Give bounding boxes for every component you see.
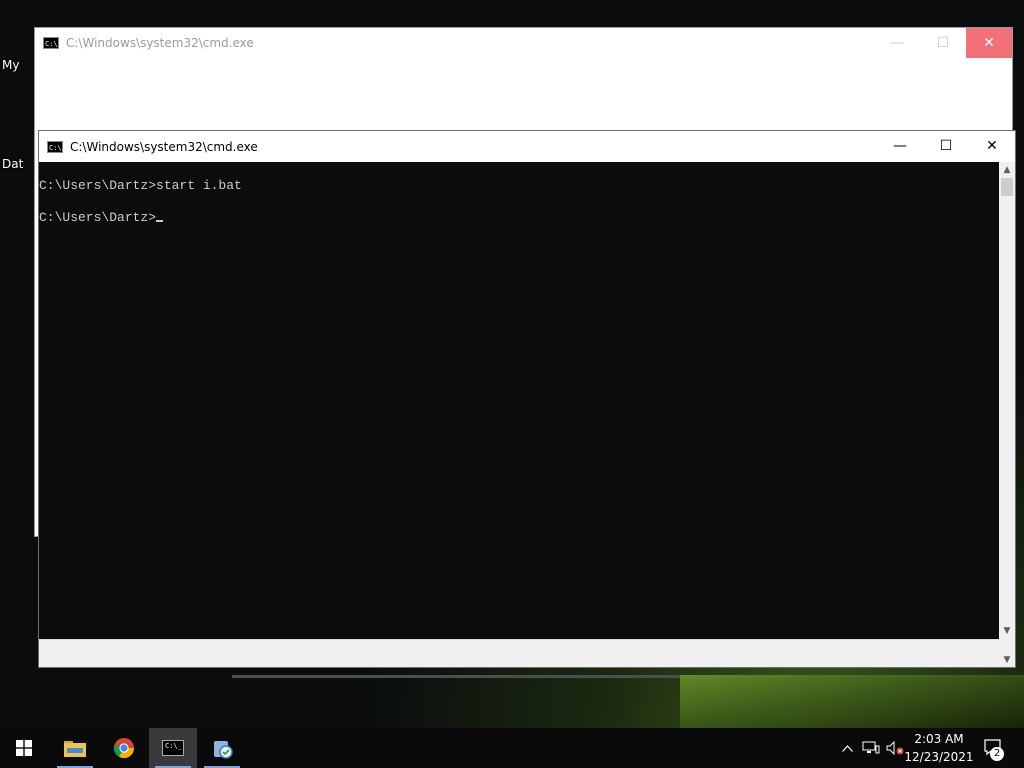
desktop-icon-label[interactable]: My	[2, 58, 19, 72]
notification-center-button[interactable]: 2	[978, 728, 1010, 768]
network-icon[interactable]	[861, 728, 881, 768]
minimize-button[interactable]: —	[874, 28, 920, 58]
console-line: C:\Users\Dartz>start i.bat	[39, 178, 242, 193]
system-clock[interactable]: 2:03 AM 12/23/2021	[902, 730, 976, 766]
scroll-thumb[interactable]	[1001, 178, 1013, 196]
window-title: C:\Windows\system32\cmd.exe	[70, 139, 258, 154]
taskbar-app[interactable]	[198, 728, 246, 768]
start-button[interactable]	[0, 728, 48, 768]
folder-icon	[64, 741, 86, 757]
wallpaper-grass	[680, 675, 1024, 728]
maximize-button[interactable]: ☐	[923, 131, 969, 161]
horizontal-scrollbar[interactable]	[39, 639, 1000, 667]
desktop-icon-label[interactable]: Dat	[2, 157, 23, 171]
windows-logo-icon	[16, 740, 32, 756]
cmd-window[interactable]: C:\ C:\Windows\system32\cmd.exe — ☐ ✕ C:…	[38, 130, 1016, 668]
scroll-down-icon[interactable]: ▼	[999, 639, 1015, 667]
scroll-up-icon[interactable]: ▲	[999, 162, 1015, 178]
title-bar[interactable]: C:\ C:\Windows\system32\cmd.exe	[39, 131, 1015, 162]
recycle-icon	[214, 741, 233, 759]
chrome-icon	[113, 738, 135, 759]
taskbar-file-explorer[interactable]	[51, 728, 99, 768]
chevron-up-icon[interactable]	[838, 728, 856, 768]
console-prompt: C:\Users\Dartz>	[39, 210, 157, 225]
maximize-button[interactable]: ☐	[920, 28, 966, 58]
cmd-icon: C:\	[43, 37, 59, 49]
taskbar-chrome[interactable]	[100, 728, 148, 768]
taskbar: C:\_ 2:03 AM 12/23/2021 2	[0, 728, 1024, 768]
title-bar[interactable]: C:\ C:\Windows\system32\cmd.exe	[35, 28, 1012, 58]
clock-date: 12/23/2021	[904, 750, 974, 764]
window-title: C:\Windows\system32\cmd.exe	[66, 36, 254, 50]
minimize-button[interactable]: —	[877, 131, 923, 161]
console-output[interactable]: C:\Users\Dartz>start i.bat C:\Users\Dart…	[39, 162, 1000, 639]
taskbar-command-prompt[interactable]: C:\_	[149, 728, 197, 768]
notification-badge: 2	[990, 747, 1004, 761]
text-cursor	[156, 220, 164, 222]
scroll-down-icon[interactable]: ▼	[999, 623, 1015, 639]
close-button[interactable]: ✕	[969, 131, 1015, 161]
cmd-icon: C:\_	[162, 740, 184, 756]
close-button[interactable]: ✕	[966, 28, 1012, 58]
clock-time: 2:03 AM	[914, 732, 964, 746]
cmd-icon: C:\	[47, 140, 63, 153]
console-prompt-line[interactable]: C:\Users\Dartz>	[39, 210, 1000, 226]
vertical-scrollbar[interactable]: ▲ ▼	[999, 162, 1015, 639]
